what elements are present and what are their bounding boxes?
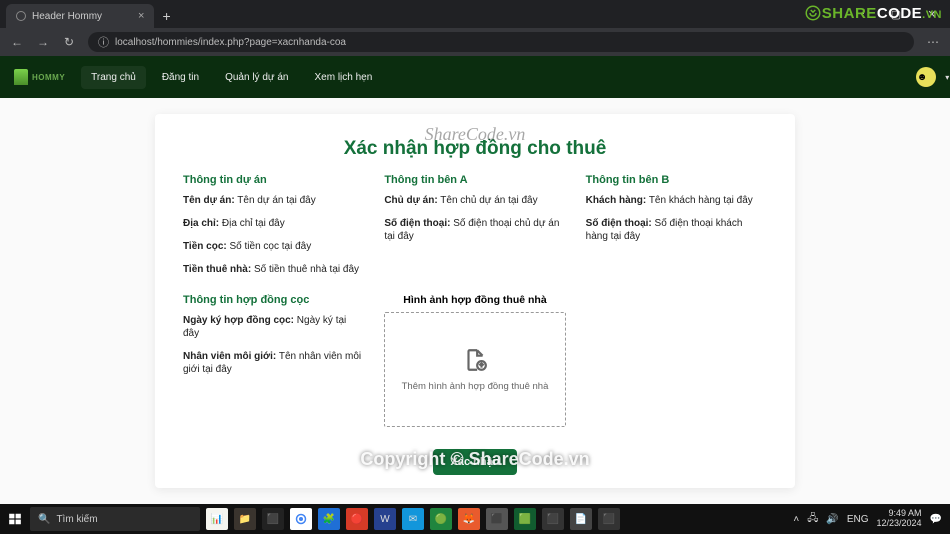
system-tray: ˄ 🖧 🔊 ENG 9:49 AM 12/23/2024 💬 xyxy=(793,509,950,529)
upload-section: Hình ảnh hợp đồng thuê nhà Thêm hình ảnh… xyxy=(384,294,565,427)
new-tab-button[interactable]: + xyxy=(154,4,178,28)
browser-menu-icon[interactable]: ⋯ xyxy=(922,31,944,53)
start-button[interactable] xyxy=(0,512,30,526)
taskbar-app-icon[interactable]: 🟩 xyxy=(514,508,536,530)
form-card: Xác nhận hợp đồng cho thuê Thông tin dự … xyxy=(155,114,795,488)
deposit-heading: Thông tin hợp đồng cọc xyxy=(183,294,364,306)
taskbar-app-icon[interactable]: ⬛ xyxy=(598,508,620,530)
project-info-section: Thông tin dự án Tên dự án: Tên dự án tại… xyxy=(183,174,364,286)
taskbar-app-icon[interactable]: 🔴 xyxy=(346,508,368,530)
windows-taskbar: 🔍 Tìm kiếm 📊 📁 ⬛ 🧩 🔴 W ✉ 🟢 🦊 ⬛ 🟩 ⬛ 📄 ⬛ ˄… xyxy=(0,504,950,534)
user-avatar[interactable]: ☻ xyxy=(916,67,936,87)
taskbar-app-icon[interactable]: ⬛ xyxy=(542,508,564,530)
taskbar-apps: 📊 📁 ⬛ 🧩 🔴 W ✉ 🟢 🦊 ⬛ 🟩 ⬛ 📄 ⬛ xyxy=(206,508,620,530)
search-icon: 🔍 xyxy=(38,514,50,525)
taskbar-app-icon[interactable]: 📄 xyxy=(570,508,592,530)
app-logo[interactable]: HOMMY xyxy=(14,69,65,85)
tray-clock[interactable]: 9:49 AM 12/23/2024 xyxy=(877,509,922,529)
taskbar-app-icon[interactable]: 🧩 xyxy=(318,508,340,530)
url-text: localhost/hommies/index.php?page=xacnhan… xyxy=(115,37,346,48)
party-b-section: Thông tin bên B Khách hàng: Tên khách hà… xyxy=(586,174,767,286)
page-body: Xác nhận hợp đồng cho thuê Thông tin dự … xyxy=(0,98,950,504)
nav-projects[interactable]: Quản lý dự án xyxy=(215,66,298,89)
nav-back-icon[interactable]: ← xyxy=(6,31,28,53)
nav-schedule[interactable]: Xem lịch hẹn xyxy=(304,66,382,89)
taskbar-app-icon[interactable]: 📁 xyxy=(234,508,256,530)
nav-home[interactable]: Trang chủ xyxy=(81,66,146,89)
taskbar-app-icon[interactable]: 📊 xyxy=(206,508,228,530)
nav-reload-icon[interactable]: ↻ xyxy=(58,31,80,53)
taskbar-chrome-icon[interactable] xyxy=(290,508,312,530)
nav-forward-icon[interactable]: → xyxy=(32,31,54,53)
url-field[interactable]: ⓘ localhost/hommies/index.php?page=xacnh… xyxy=(88,32,914,52)
tray-lang[interactable]: ENG xyxy=(847,514,869,525)
viewport: ShareCode.vn HOMMY Trang chủ Đăng tin Qu… xyxy=(0,56,950,504)
sharecode-badge: SHARECODE.VN xyxy=(804,4,942,22)
taskbar-search[interactable]: 🔍 Tìm kiếm xyxy=(30,507,200,531)
taskbar-app-icon[interactable]: ✉ xyxy=(402,508,424,530)
tray-volume-icon[interactable]: 🔊 xyxy=(826,514,838,525)
taskbar-app-icon[interactable]: W xyxy=(374,508,396,530)
browser-addressbar: ← → ↻ ⓘ localhost/hommies/index.php?page… xyxy=(0,28,950,56)
taskbar-app-icon[interactable]: ⬛ xyxy=(486,508,508,530)
taskbar-app-icon[interactable]: ⬛ xyxy=(262,508,284,530)
taskbar-app-icon[interactable]: 🦊 xyxy=(458,508,480,530)
upload-heading: Hình ảnh hợp đồng thuê nhà xyxy=(384,294,565,306)
nav-post[interactable]: Đăng tin xyxy=(152,66,209,89)
brand-text: HOMMY xyxy=(32,73,65,82)
tab-favicon xyxy=(16,11,26,21)
browser-tab[interactable]: Header Hommy × xyxy=(6,4,154,28)
taskbar-app-icon[interactable]: 🟢 xyxy=(430,508,452,530)
tab-close-icon[interactable]: × xyxy=(138,10,144,22)
deposit-contract-section: Thông tin hợp đồng cọc Ngày ký hợp đồng … xyxy=(183,294,364,427)
party-b-heading: Thông tin bên B xyxy=(586,174,767,186)
project-heading: Thông tin dự án xyxy=(183,174,364,186)
upload-placeholder: Thêm hình ảnh hợp đồng thuê nhà xyxy=(402,381,549,392)
tab-title: Header Hommy xyxy=(32,11,102,22)
app-navbar: HOMMY Trang chủ Đăng tin Quản lý dự án X… xyxy=(0,56,950,98)
party-a-section: Thông tin bên A Chủ dự án: Tên chủ dự án… xyxy=(384,174,565,286)
confirm-button[interactable]: Xác nhận xyxy=(433,449,518,475)
upload-dropzone[interactable]: Thêm hình ảnh hợp đồng thuê nhà xyxy=(384,312,565,427)
tray-notifications-icon[interactable]: 💬 xyxy=(930,514,942,525)
info-icon: ⓘ xyxy=(98,34,109,50)
party-a-heading: Thông tin bên A xyxy=(384,174,565,186)
search-placeholder: Tìm kiếm xyxy=(56,514,97,525)
logo-icon xyxy=(14,69,28,85)
upload-icon xyxy=(462,347,488,373)
tray-network-icon[interactable]: 🖧 xyxy=(807,511,818,528)
tray-chevron-icon[interactable]: ˄ xyxy=(793,514,799,525)
page-title: Xác nhận hợp đồng cho thuê xyxy=(183,138,767,160)
